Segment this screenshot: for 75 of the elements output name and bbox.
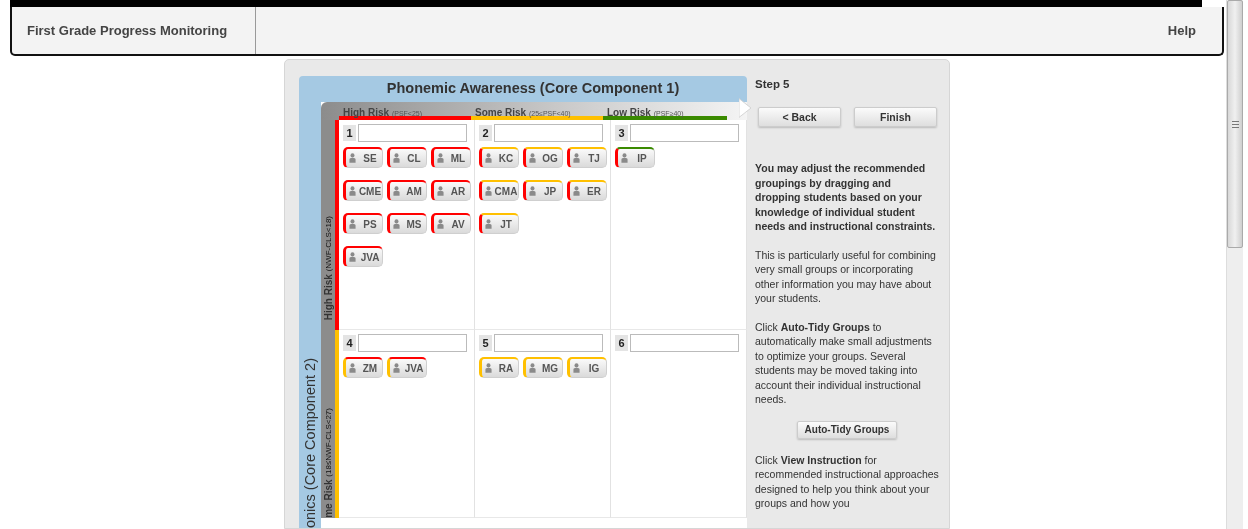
student-chip[interactable]: SE xyxy=(343,147,383,168)
person-icon xyxy=(621,153,628,163)
scrollbar[interactable] xyxy=(1226,0,1243,529)
group-name-field[interactable] xyxy=(358,334,467,352)
instruction-text: This is particularly useful for combining very small groups or incorporating other information you may have about your students. xyxy=(755,247,937,306)
person-icon xyxy=(573,186,580,196)
student-chip[interactable]: CMA xyxy=(479,180,519,201)
person-icon xyxy=(573,153,580,163)
person-icon xyxy=(437,153,444,163)
person-icon xyxy=(529,153,536,163)
group-name-field[interactable] xyxy=(630,334,739,352)
student-chip[interactable]: PS xyxy=(343,213,383,234)
grid-title: Phonemic Awareness (Core Component 1) xyxy=(385,79,681,98)
student-chip[interactable]: JT xyxy=(479,213,519,234)
group-number: 4 xyxy=(343,335,356,351)
student-chip[interactable]: ZM xyxy=(343,357,383,378)
group-name-field[interactable] xyxy=(358,124,467,142)
student-chip[interactable]: CME xyxy=(343,180,383,201)
student-chip[interactable]: CL xyxy=(387,147,427,168)
person-icon xyxy=(393,219,400,229)
student-chip[interactable]: MG xyxy=(523,357,563,378)
scrollbar-thumb[interactable] xyxy=(1227,0,1243,248)
group-number: 1 xyxy=(343,125,356,141)
person-icon xyxy=(349,252,356,262)
person-icon xyxy=(485,186,492,196)
row-label: High Risk (NWF-CLS<18) xyxy=(322,215,334,320)
group-number: 6 xyxy=(615,335,628,351)
student-chip[interactable]: JP xyxy=(523,180,563,201)
group-number: 5 xyxy=(479,335,492,351)
person-icon xyxy=(393,153,400,163)
person-icon xyxy=(437,219,444,229)
help-link[interactable]: Help xyxy=(1167,22,1196,38)
student-chip[interactable]: ER xyxy=(567,180,607,201)
person-icon xyxy=(485,219,492,229)
person-icon xyxy=(349,363,356,373)
group-name-field[interactable] xyxy=(630,124,739,142)
row-label: me Risk (18≤NWF-CLS<27) xyxy=(322,408,334,518)
student-chip[interactable]: IP xyxy=(615,147,655,168)
person-icon xyxy=(393,363,400,373)
page-title: First Grade Progress Monitoring xyxy=(12,6,256,54)
person-icon xyxy=(349,186,356,196)
student-chip[interactable]: JVA xyxy=(387,357,427,378)
student-chip[interactable]: KC xyxy=(479,147,519,168)
student-chip[interactable]: OG xyxy=(523,147,563,168)
instruction-text: Click View Instruction for recommended instructional approaches designed to help you think about your groups and how you xyxy=(755,452,939,511)
group-number: 3 xyxy=(615,125,628,141)
person-icon xyxy=(349,219,356,229)
axis-title: onics (Core Component 2) xyxy=(302,357,318,528)
step-title: Step 5 xyxy=(755,78,791,90)
student-chip[interactable]: ML xyxy=(431,147,471,168)
group-name-field[interactable] xyxy=(494,334,603,352)
student-chip[interactable]: AR xyxy=(431,180,471,201)
arrow-icon xyxy=(739,98,751,118)
student-chip[interactable]: JVA xyxy=(343,246,383,267)
student-chip[interactable]: RA xyxy=(479,357,519,378)
person-icon xyxy=(349,153,356,163)
person-icon xyxy=(437,186,444,196)
student-chip[interactable]: TJ xyxy=(567,147,607,168)
person-icon xyxy=(529,186,536,196)
instruction-text: You may adjust the recommended groupings by dragging and dropping students based on your knowledge of individual student needs and instructional constraints. xyxy=(755,161,937,234)
auto-tidy-button[interactable]: Auto-Tidy Groups xyxy=(797,420,897,439)
student-chip[interactable]: AM xyxy=(387,180,427,201)
back-button[interactable]: < Back xyxy=(758,107,841,127)
person-icon xyxy=(485,153,492,163)
person-icon xyxy=(529,363,536,373)
person-icon xyxy=(393,186,400,196)
finish-button[interactable]: Finish xyxy=(854,107,937,127)
instruction-text: Click Auto-Tidy Groups to automatically make small adjustments to optimize your groups. Several students may be moved taking into account their individual instructional needs. xyxy=(755,319,933,407)
student-chip[interactable]: IG xyxy=(567,357,607,378)
student-chip[interactable]: AV xyxy=(431,213,471,234)
person-icon xyxy=(573,363,580,373)
group-name-field[interactable] xyxy=(494,124,603,142)
group-number: 2 xyxy=(479,125,492,141)
student-chip[interactable]: MS xyxy=(387,213,427,234)
person-icon xyxy=(485,363,492,373)
